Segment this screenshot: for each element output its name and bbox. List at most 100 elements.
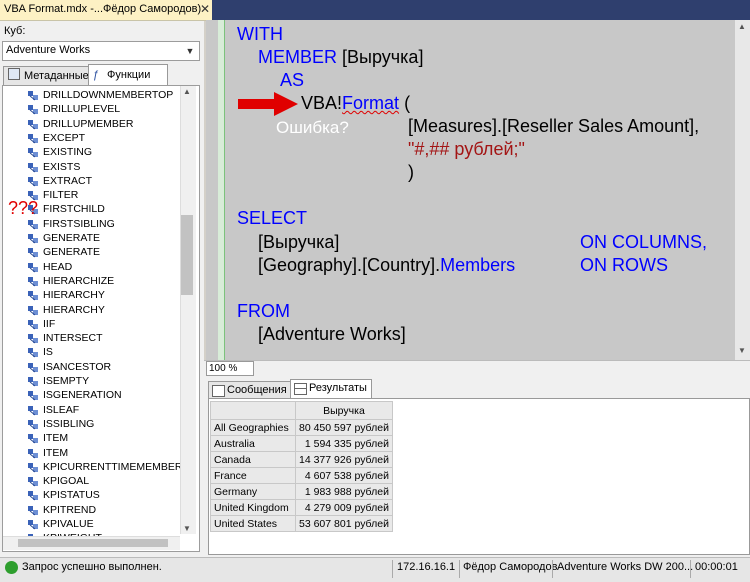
tab-functions-label: Функции — [107, 69, 151, 81]
function-item-label: EXISTING — [43, 146, 93, 159]
function-item[interactable]: ISEMPTY — [28, 374, 89, 388]
function-item[interactable]: DRILLUPMEMBER — [28, 117, 133, 131]
document-tab[interactable]: VBA Format.mdx -...Фёдор Самородов) ✕ — [0, 0, 212, 21]
function-item[interactable]: ITEM — [28, 431, 68, 445]
value-cell[interactable]: 4 279 009 рублей — [295, 499, 393, 516]
function-item[interactable]: HEAD — [28, 260, 72, 274]
function-item[interactable]: KPISTATUS — [28, 488, 100, 502]
editor-scroll-up-arrow[interactable]: ▲ — [738, 22, 746, 31]
function-item[interactable]: INTERSECT — [28, 331, 103, 345]
row-header[interactable]: Canada — [210, 451, 296, 468]
function-item-label: ISLEAF — [43, 403, 80, 416]
function-tree[interactable]: DRILLDOWNMEMBERTOP DRILLUPLEVEL DRILLUPMEM… — [2, 85, 200, 552]
tree-hscroll-thumb[interactable] — [18, 539, 168, 547]
function-item[interactable]: EXCEPT — [28, 131, 85, 145]
tree-scroll-up-arrow[interactable]: ▲ — [183, 87, 191, 96]
row-header[interactable]: France — [210, 467, 296, 484]
grid-corner — [210, 401, 296, 420]
table-row[interactable]: United Kingdom 4 279 009 рублей — [210, 499, 393, 516]
function-item-label: IS — [43, 346, 53, 359]
row-header[interactable]: Germany — [210, 483, 296, 500]
function-icon — [27, 175, 39, 187]
function-item-label: FILTER — [43, 189, 79, 202]
table-row[interactable]: Canada 14 377 926 рублей — [210, 451, 393, 468]
value-cell[interactable]: 4 607 538 рублей — [295, 467, 393, 484]
function-item[interactable]: DRILLDOWNMEMBERTOP — [28, 88, 173, 102]
function-item[interactable]: KPIGOAL — [28, 474, 89, 488]
tree-scroll-thumb[interactable] — [181, 215, 193, 295]
function-icon — [27, 432, 39, 444]
close-icon[interactable]: ✕ — [198, 2, 212, 16]
function-item-label: EXISTS — [43, 160, 81, 173]
function-item-label: ITEM — [43, 446, 69, 459]
results-grid[interactable]: Выручка All Geographies 80 450 597 рублей… — [210, 401, 393, 532]
editor-scroll-down-arrow[interactable]: ▼ — [738, 346, 746, 355]
cube-select[interactable]: Adventure Works ▼ — [2, 41, 200, 61]
function-item[interactable]: HIERARCHY — [28, 303, 105, 317]
paren-open: ( — [404, 93, 411, 113]
function-item[interactable]: KPITREND — [28, 503, 96, 517]
function-icon — [27, 275, 39, 287]
row-header[interactable]: United Kingdom — [210, 499, 296, 516]
function-item[interactable]: HIERARCHY — [28, 288, 105, 302]
value-cell[interactable]: 1 594 335 рублей — [295, 435, 393, 452]
function-item-label: DRILLUPLEVEL — [43, 103, 121, 116]
function-icon — [27, 375, 39, 387]
zoom-select[interactable]: 100 % — [206, 361, 254, 376]
tab-functions[interactable]: ƒ Функции — [88, 64, 168, 86]
table-row[interactable]: All Geographies 80 450 597 рублей — [210, 419, 393, 436]
row-header[interactable]: Australia — [210, 435, 296, 452]
table-row[interactable]: Germany 1 983 988 рублей — [210, 483, 393, 500]
table-row[interactable]: France 4 607 538 рублей — [210, 467, 393, 484]
function-item-label: GENERATE — [43, 246, 100, 259]
function-item[interactable]: FIRSTSIBLING — [28, 217, 115, 231]
tab-results[interactable]: Результаты — [290, 379, 372, 400]
function-item[interactable]: EXISTING — [28, 145, 93, 159]
value-cell[interactable]: 53 607 801 рублей — [295, 515, 393, 532]
kw-from: FROM — [237, 301, 290, 321]
question-annotation: ??? — [8, 198, 39, 218]
row-header[interactable]: All Geographies — [210, 419, 296, 436]
status-elapsed: 00:00:01 — [695, 561, 738, 573]
function-item-label: KPICURRENTTIMEMEMBER — [43, 460, 183, 473]
error-annotation: Ошибка? — [276, 118, 349, 137]
function-item[interactable]: IIF — [28, 317, 55, 331]
function-icon — [27, 289, 39, 301]
value-cell[interactable]: 14 377 926 рублей — [295, 451, 393, 468]
value-cell[interactable]: 80 450 597 рублей — [295, 419, 393, 436]
editor-change-margin — [218, 20, 225, 360]
function-item[interactable]: EXISTS — [28, 160, 81, 174]
function-item-label: GENERATE — [43, 232, 100, 244]
row-header[interactable]: United States — [210, 515, 296, 532]
column-header[interactable]: Выручка — [295, 401, 393, 420]
function-item[interactable]: FILTER — [28, 188, 79, 202]
function-item[interactable]: ISANCESTOR — [28, 360, 111, 374]
tree-vertical-scrollbar[interactable] — [180, 86, 196, 534]
function-item[interactable]: ISSIBLING — [28, 417, 94, 431]
tree-scroll-down-arrow[interactable]: ▼ — [183, 524, 191, 533]
function-item[interactable]: ISGENERATION — [28, 388, 122, 402]
function-item[interactable]: EXTRACT — [28, 174, 92, 188]
tab-metadata[interactable]: Метаданные — [3, 66, 97, 85]
status-user: Фёдор Самородов — [463, 561, 558, 573]
value-cell[interactable]: 1 983 988 рублей — [295, 483, 393, 500]
function-item[interactable]: KPICURRENTTIMEMEMBER — [28, 460, 183, 474]
function-item[interactable]: ITEM — [28, 446, 69, 460]
editor-vertical-scrollbar[interactable]: ▲ ▼ — [735, 20, 750, 360]
messages-icon — [212, 385, 225, 397]
function-icon — [27, 89, 39, 101]
function-item[interactable]: GENERATE — [28, 245, 100, 259]
function-item[interactable]: FIRSTCHILD — [28, 202, 105, 216]
paren-close: ) — [408, 162, 414, 182]
chevron-down-icon[interactable]: ▼ — [183, 42, 197, 60]
table-row[interactable]: Australia 1 594 335 рублей — [210, 435, 393, 452]
function-icon — [27, 418, 39, 430]
function-item[interactable]: IS — [28, 345, 53, 359]
function-item[interactable]: HIERARCHIZE — [28, 274, 114, 288]
table-row[interactable]: United States 53 607 801 рублей — [210, 515, 393, 532]
function-item-label: KPIVALUE — [43, 518, 94, 530]
function-item[interactable]: KPIVALUE — [28, 517, 94, 531]
function-item[interactable]: ISLEAF — [28, 403, 80, 417]
function-item[interactable]: GENERATE — [28, 231, 100, 245]
function-item[interactable]: DRILLUPLEVEL — [28, 102, 121, 116]
